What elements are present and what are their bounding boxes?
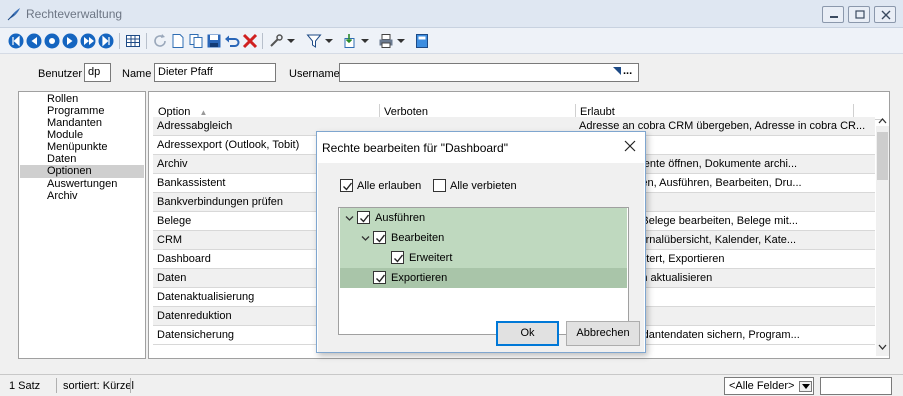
copy-document-icon[interactable] [188,33,204,49]
category-item-optionen[interactable]: Optionen [20,165,144,178]
first-record-icon[interactable] [8,33,24,49]
tools-icon[interactable] [268,33,284,49]
table-view-icon[interactable] [125,33,141,49]
category-list[interactable]: Rollen Programme Mandanten Module Menüpu… [18,91,146,359]
tools-dropdown-icon[interactable] [286,33,296,49]
allow-all-label: Alle erlauben [357,180,422,192]
username-label: Username [289,68,340,80]
close-window-button[interactable] [874,6,896,23]
grid-vertical-scrollbar[interactable] [876,118,889,356]
cancel-button[interactable]: Abbrechen [566,321,640,346]
benutzer-label: Benutzer [38,68,83,80]
rights-dialog: Rechte bearbeiten für "Dashboard" Alle e… [316,131,646,353]
category-item-mandanten[interactable]: Mandanten [20,117,144,129]
minimize-button[interactable] [822,6,844,23]
undo-icon[interactable] [224,33,240,49]
checkmark-icon [394,254,404,263]
search-field[interactable] [820,377,892,395]
close-icon [881,10,891,20]
chevron-down-icon[interactable] [345,214,354,223]
rights-tree: Ausführen Bearbeiten Erweitert Exportier… [338,207,629,335]
category-item-programme[interactable]: Programme [20,105,144,117]
toolbar [0,28,903,54]
filter-dropdown-icon[interactable] [324,33,334,49]
sort-ascending-icon: ▲ [199,108,208,117]
filter-icon[interactable] [306,33,322,49]
category-item-auswertungen[interactable]: Auswertungen [20,178,144,190]
new-document-icon[interactable] [170,33,186,49]
minimize-icon [830,16,838,18]
name-label: Name [122,68,152,80]
name-field[interactable]: Dieter Pfaff [154,63,276,82]
field-picker-icon[interactable] [612,66,622,76]
category-item-menuepunkte[interactable]: Menüpunkte [20,141,144,153]
next-page-icon[interactable] [80,33,96,49]
tree-node-ausfuehren[interactable]: Ausführen [340,208,627,228]
tree-node-exportieren[interactable]: Exportieren [340,268,627,288]
tree-checkbox[interactable] [373,271,386,284]
browse-button[interactable]: ... [623,65,632,77]
checkmark-icon [360,214,370,223]
export-icon[interactable] [342,33,358,49]
title-bar: Rechteverwaltung [0,0,903,28]
checkmark-icon [343,182,353,191]
maximize-button[interactable] [848,6,870,23]
username-field[interactable] [339,63,639,82]
tree-checkbox[interactable] [391,251,404,264]
layout-icon[interactable] [414,33,430,49]
record-count: 1 Satz [9,380,41,392]
field-select-dropdown-button[interactable] [799,381,812,392]
last-record-icon[interactable] [98,33,114,49]
export-dropdown-icon[interactable] [360,33,370,49]
benutzer-field[interactable]: dp [84,63,111,82]
checkmark-icon [376,234,386,243]
field-select[interactable]: <Alle Felder> [724,377,814,395]
sort-status: sortiert: Kürzel [63,380,134,392]
category-item-module[interactable]: Module [20,129,144,141]
app-feather-icon [7,8,20,21]
deny-all-checkbox[interactable] [433,179,446,192]
previous-record-icon[interactable] [44,33,60,49]
previous-page-icon[interactable] [26,33,42,49]
scroll-up-icon[interactable] [878,117,887,124]
category-item-archiv[interactable]: Archiv [20,190,144,202]
allow-all-checkbox[interactable] [340,179,353,192]
print-dropdown-icon[interactable] [396,33,406,49]
dialog-body: Alle erlauben Alle verbieten Ausführen B… [318,163,644,352]
status-bar: 1 Satz sortiert: Kürzel <Alle Felder> [0,374,903,396]
scroll-down-icon[interactable] [878,344,887,351]
deny-all-label: Alle verbieten [450,180,517,192]
refresh-icon[interactable] [152,33,168,49]
print-icon[interactable] [378,33,394,49]
chevron-down-icon [802,384,810,389]
dialog-title: Rechte bearbeiten für "Dashboard" [322,141,508,155]
category-item-rollen[interactable]: Rollen [20,93,144,105]
checkmark-icon [376,274,386,283]
dialog-close-icon[interactable] [622,138,638,154]
filter-row: Benutzer dp Name Dieter Pfaff Username .… [0,55,903,91]
save-icon[interactable] [206,33,222,49]
window-title: Rechteverwaltung [26,7,123,21]
tree-checkbox[interactable] [373,231,386,244]
ok-button[interactable]: Ok [496,321,559,346]
delete-icon[interactable] [242,33,258,49]
category-item-daten[interactable]: Daten [20,153,144,165]
maximize-icon [855,10,865,19]
chevron-down-icon[interactable] [361,234,370,243]
tree-node-bearbeiten[interactable]: Bearbeiten [340,228,627,248]
rights-management-window: Rechteverwaltung Benutzer dp Name Dieter… [0,0,903,396]
next-record-icon[interactable] [62,33,78,49]
tree-node-erweitert[interactable]: Erweitert [340,248,627,268]
tree-checkbox[interactable] [357,211,370,224]
scroll-thumb[interactable] [877,132,888,180]
